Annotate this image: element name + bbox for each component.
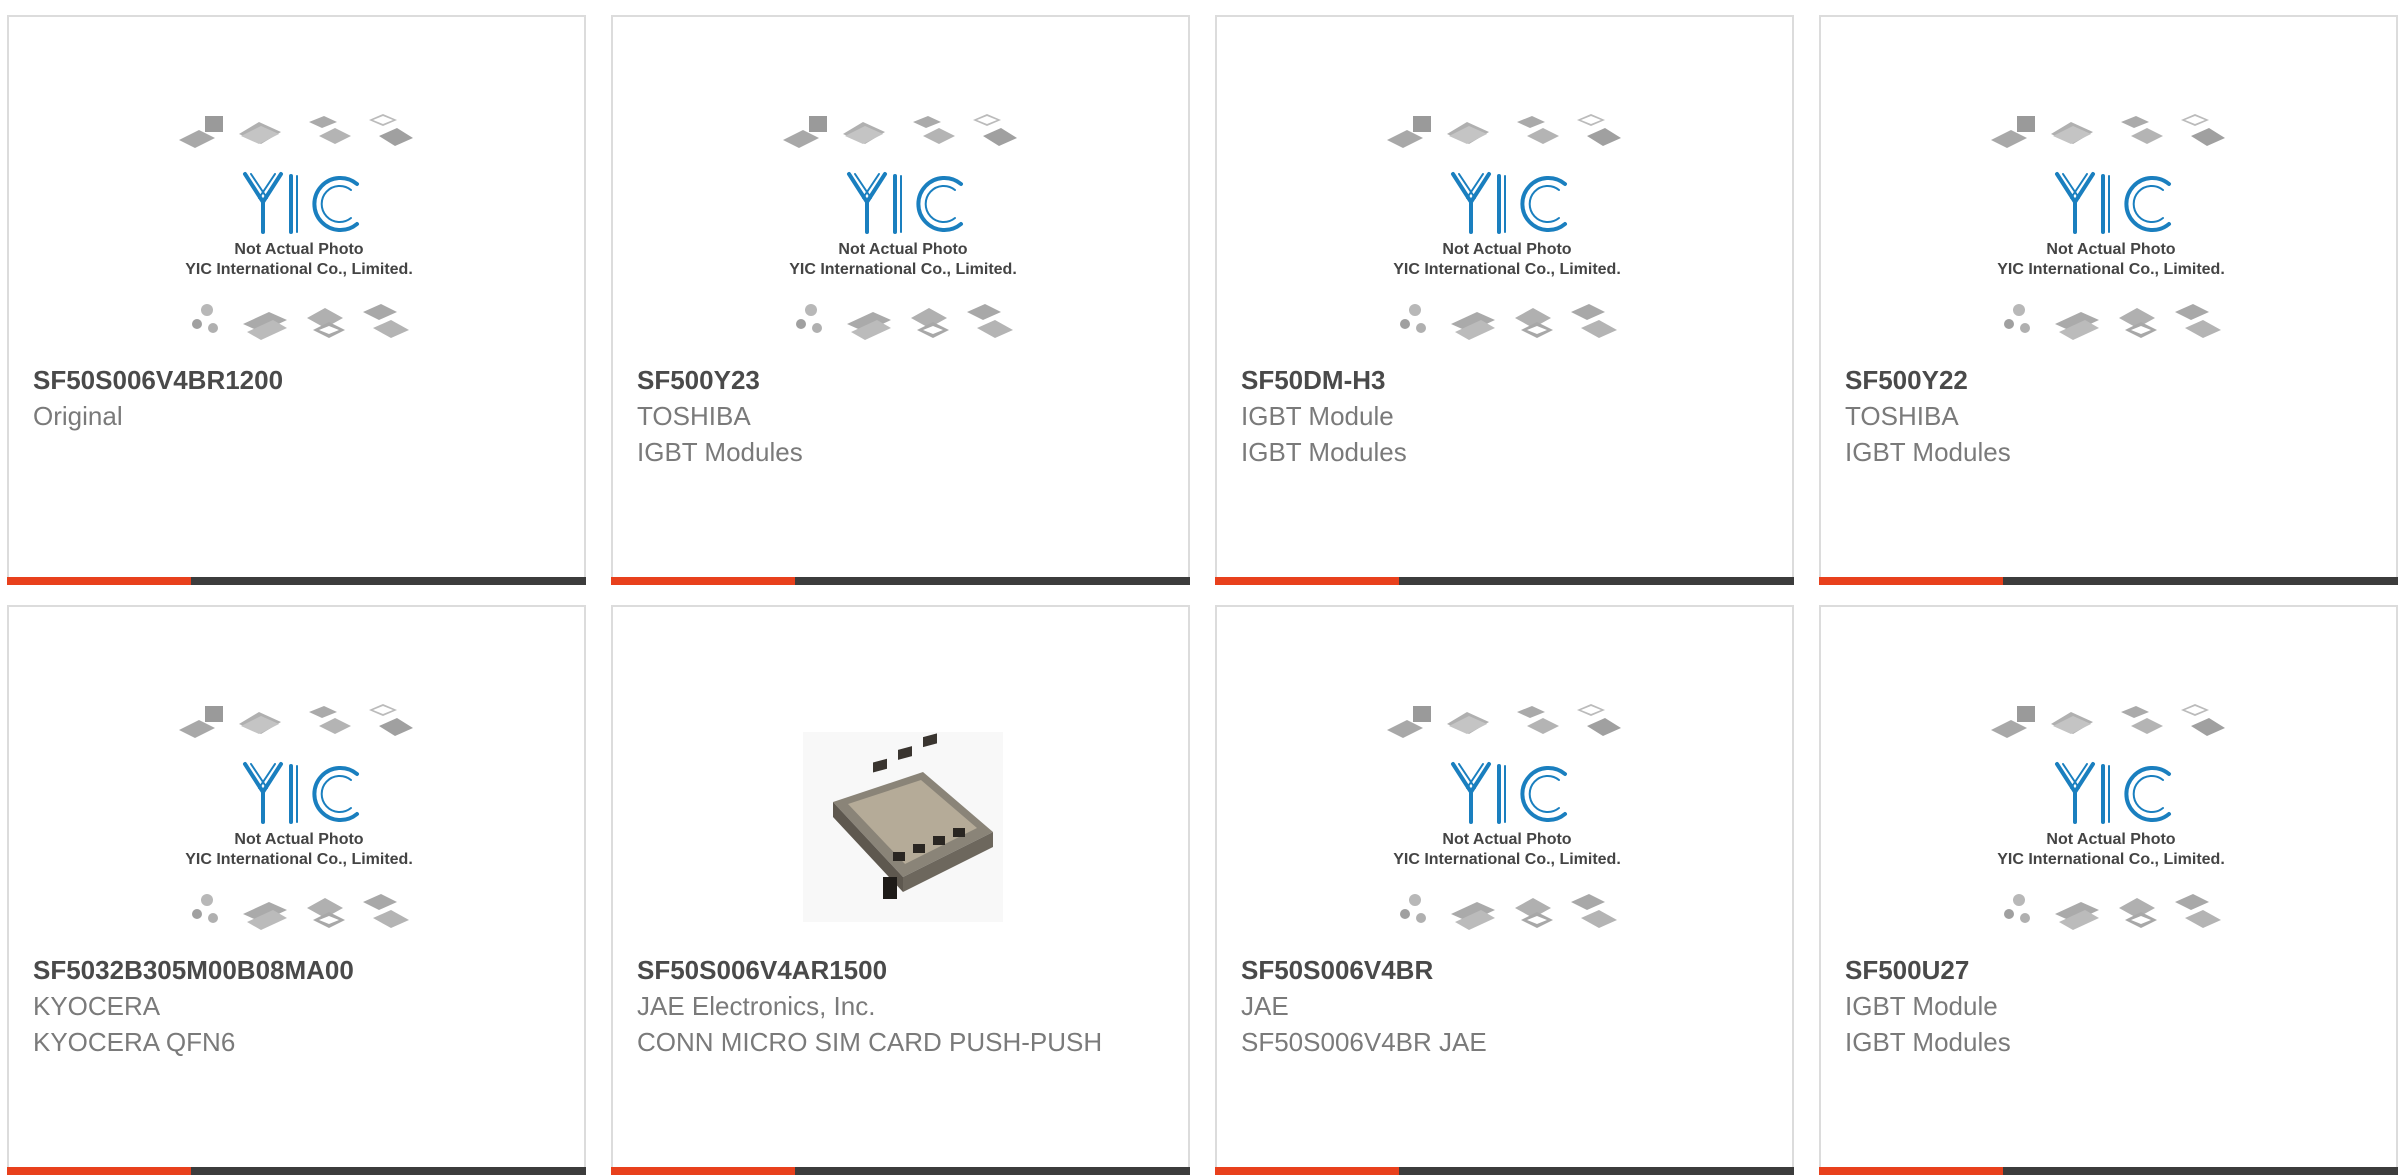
- manufacturer-text: JAE Electronics, Inc.: [637, 991, 876, 1021]
- part-number-link[interactable]: SF50S006V4BR1200: [33, 362, 560, 398]
- manufacturer-text: KYOCERA: [33, 991, 161, 1021]
- product-card-6[interactable]: Not Actual Photo YIC International Co., L…: [1215, 605, 1794, 1175]
- part-number-link[interactable]: SF50DM-H3: [1241, 362, 1768, 398]
- product-card-1[interactable]: Not Actual Photo YIC International Co., L…: [611, 15, 1190, 585]
- product-info: SF50DM-H3 IGBT Module IGBT Modules: [1241, 362, 1768, 470]
- card-footer-bar: [1215, 577, 1794, 585]
- part-number-link[interactable]: SF500Y22: [1845, 362, 2372, 398]
- product-info: SF5032B305M00B08MA00 KYOCERA KYOCERA QFN…: [33, 952, 560, 1060]
- placeholder-line2: YIC International Co., Limited.: [1997, 261, 2225, 278]
- product-info: SF500Y23 TOSHIBA IGBT Modules: [637, 362, 1164, 470]
- card-footer-bar: [7, 577, 586, 585]
- product-grid: Not Actual Photo YIC International Co., L…: [7, 15, 2400, 1175]
- manufacturer-text: IGBT Module: [1241, 401, 1394, 431]
- placeholder-line2: YIC International Co., Limited.: [1393, 851, 1621, 868]
- part-number-link[interactable]: SF500Y23: [637, 362, 1164, 398]
- card-footer-bar: [611, 1167, 1190, 1175]
- placeholder-line2: YIC International Co., Limited.: [1997, 851, 2225, 868]
- manufacturer-text: Original: [33, 401, 123, 431]
- card-accent-bar: [1819, 1167, 2003, 1175]
- placeholder-image[interactable]: Not Actual Photo YIC International Co., L…: [1367, 102, 1647, 352]
- card-accent-bar: [1215, 577, 1399, 585]
- placeholder-line1: Not Actual Photo: [1442, 241, 1571, 258]
- product-info: SF50S006V4BR JAE SF50S006V4BR JAE: [1241, 952, 1768, 1060]
- placeholder-line1: Not Actual Photo: [838, 241, 967, 258]
- part-number-link[interactable]: SF50S006V4BR: [1241, 952, 1768, 988]
- placeholder-image[interactable]: Not Actual Photo YIC International Co., L…: [763, 102, 1043, 352]
- product-card-2[interactable]: Not Actual Photo YIC International Co., L…: [1215, 15, 1794, 585]
- yic-placeholder-icon: Not Actual Photo YIC International Co., L…: [179, 704, 413, 930]
- card-footer-bar: [611, 577, 1190, 585]
- description-text: KYOCERA QFN6: [33, 1027, 236, 1057]
- manufacturer-text: TOSHIBA: [1845, 401, 1959, 431]
- product-card-0[interactable]: Not Actual Photo YIC International Co., L…: [7, 15, 586, 585]
- placeholder-image[interactable]: Not Actual Photo YIC International Co., L…: [1971, 692, 2251, 942]
- card-footer-bar: [1215, 1167, 1794, 1175]
- description-text: IGBT Modules: [1241, 437, 1407, 467]
- product-card-3[interactable]: Not Actual Photo YIC International Co., L…: [1819, 15, 2398, 585]
- description-text: IGBT Modules: [1845, 437, 2011, 467]
- placeholder-line1: Not Actual Photo: [234, 241, 363, 258]
- card-accent-bar: [7, 577, 191, 585]
- yic-placeholder-icon: Not Actual Photo YIC International Co., L…: [1991, 704, 2225, 930]
- description-text: IGBT Modules: [637, 437, 803, 467]
- card-footer-bar: [1819, 577, 2398, 585]
- placeholder-image[interactable]: Not Actual Photo YIC International Co., L…: [1971, 102, 2251, 352]
- yic-placeholder-icon: Not Actual Photo YIC International Co., L…: [1387, 114, 1621, 340]
- card-accent-bar: [7, 1167, 191, 1175]
- yic-placeholder-icon: Not Actual Photo YIC International Co., L…: [1387, 704, 1621, 930]
- yic-placeholder-icon: Not Actual Photo YIC International Co., L…: [1991, 114, 2225, 340]
- card-accent-bar: [611, 1167, 795, 1175]
- product-info: SF500U27 IGBT Module IGBT Modules: [1845, 952, 2372, 1060]
- product-card-7[interactable]: Not Actual Photo YIC International Co., L…: [1819, 605, 2398, 1175]
- product-info: SF500Y22 TOSHIBA IGBT Modules: [1845, 362, 2372, 470]
- manufacturer-text: IGBT Module: [1845, 991, 1998, 1021]
- manufacturer-text: JAE: [1241, 991, 1289, 1021]
- part-number-link[interactable]: SF500U27: [1845, 952, 2372, 988]
- card-footer-bar: [1819, 1167, 2398, 1175]
- placeholder-line2: YIC International Co., Limited.: [185, 851, 413, 868]
- sim-card-connector-icon: [803, 732, 1003, 922]
- placeholder-image[interactable]: Not Actual Photo YIC International Co., L…: [1367, 692, 1647, 942]
- description-text: IGBT Modules: [1845, 1027, 2011, 1057]
- yic-placeholder-icon: Not Actual Photo YIC International Co., L…: [179, 114, 413, 340]
- placeholder-image[interactable]: Not Actual Photo YIC International Co., L…: [159, 102, 439, 352]
- card-accent-bar: [1819, 577, 2003, 585]
- card-footer-bar: [7, 1167, 586, 1175]
- product-card-5[interactable]: SF50S006V4AR1500 JAE Electronics, Inc. C…: [611, 605, 1190, 1175]
- product-info: SF50S006V4BR1200 Original: [33, 362, 560, 434]
- placeholder-image[interactable]: Not Actual Photo YIC International Co., L…: [159, 692, 439, 942]
- placeholder-line1: Not Actual Photo: [2046, 831, 2175, 848]
- manufacturer-text: TOSHIBA: [637, 401, 751, 431]
- description-text: SF50S006V4BR JAE: [1241, 1027, 1487, 1057]
- yic-placeholder-icon: Not Actual Photo YIC International Co., L…: [783, 114, 1017, 340]
- description-text: CONN MICRO SIM CARD PUSH-PUSH: [637, 1027, 1103, 1057]
- part-number-link[interactable]: SF5032B305M00B08MA00: [33, 952, 560, 988]
- placeholder-line1: Not Actual Photo: [2046, 241, 2175, 258]
- part-number-link[interactable]: SF50S006V4AR1500: [637, 952, 1164, 988]
- card-accent-bar: [1215, 1167, 1399, 1175]
- sim-card-connector-photo[interactable]: [763, 692, 1043, 942]
- placeholder-line1: Not Actual Photo: [234, 831, 363, 848]
- placeholder-line2: YIC International Co., Limited.: [789, 261, 1017, 278]
- placeholder-line2: YIC International Co., Limited.: [1393, 261, 1621, 278]
- product-info: SF50S006V4AR1500 JAE Electronics, Inc. C…: [637, 952, 1164, 1060]
- product-card-4[interactable]: Not Actual Photo YIC International Co., L…: [7, 605, 586, 1175]
- placeholder-line1: Not Actual Photo: [1442, 831, 1571, 848]
- card-accent-bar: [611, 577, 795, 585]
- placeholder-line2: YIC International Co., Limited.: [185, 261, 413, 278]
